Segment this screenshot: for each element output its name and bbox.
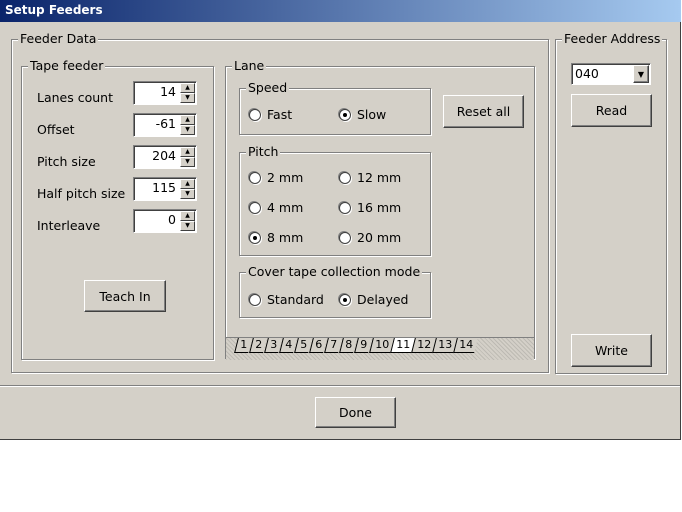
half-pitch-size-label: Half pitch size (37, 186, 126, 201)
radio-label: 4 mm (267, 200, 304, 215)
radio-circle-icon (249, 108, 261, 121)
feeder-address-group: Feeder Address (555, 31, 667, 374)
tab-label: 3 (270, 338, 278, 351)
interleave-label: Interleave (37, 218, 101, 233)
feeder-address-select[interactable]: 040 ▼ (571, 63, 651, 85)
spin-down-icon[interactable]: ▼ (180, 221, 195, 231)
setup-feeders-window: Setup Feeders Feeder Data Tape feeder La… (0, 0, 681, 440)
pitch-2mm-radio[interactable]: 2 mm (249, 170, 303, 185)
tab-label: 8 (345, 338, 353, 351)
pitch-16mm-radio[interactable]: 16 mm (339, 200, 401, 215)
radio-circle-icon (339, 108, 351, 121)
radio-circle-icon (339, 201, 351, 214)
spin-up-icon[interactable]: ▲ (180, 83, 195, 93)
radio-label: 8 mm (267, 230, 304, 245)
radio-circle-icon (249, 231, 261, 244)
tab-label: 4 (285, 338, 293, 351)
spin-up-icon[interactable]: ▲ (180, 147, 195, 157)
tab-label: 11 (396, 338, 411, 351)
tab-label: 9 (360, 338, 368, 351)
tape-feeder-title: Tape feeder (28, 58, 106, 73)
radio-circle-icon (339, 293, 351, 306)
feeder-address-title: Feeder Address (562, 31, 663, 46)
spin-down-icon[interactable]: ▼ (180, 157, 195, 167)
pitch-4mm-radio[interactable]: 4 mm (249, 200, 303, 215)
lanes-count-spinner[interactable]: ▲ ▼ (180, 83, 195, 103)
teach-in-button[interactable]: Teach In (84, 280, 166, 312)
feeder-address-value: 040 (575, 66, 599, 81)
tab-label: 13 (438, 338, 453, 351)
title-bar: Setup Feeders (0, 0, 681, 22)
done-button[interactable]: Done (315, 397, 396, 428)
reset-all-button[interactable]: Reset all (443, 95, 524, 128)
spin-up-icon[interactable]: ▲ (180, 179, 195, 189)
pitch-20mm-radio[interactable]: 20 mm (339, 230, 401, 245)
half-pitch-size-spinner[interactable]: ▲ ▼ (180, 179, 195, 199)
tab-label: 14 (459, 338, 474, 351)
speed-slow-radio[interactable]: Slow (339, 107, 386, 122)
pitch-size-label: Pitch size (37, 154, 96, 169)
feeder-data-title: Feeder Data (18, 31, 99, 46)
half-pitch-size-field[interactable]: 115 ▲ ▼ (133, 177, 197, 201)
chevron-down-icon[interactable]: ▼ (633, 65, 649, 83)
tab-lane-14[interactable]: 14 (453, 338, 478, 353)
lanes-count-field[interactable]: 14 ▲ ▼ (133, 81, 197, 105)
offset-value: -61 (155, 116, 176, 131)
interleave-field[interactable]: 0 ▲ ▼ (133, 209, 197, 233)
radio-label: Slow (357, 107, 387, 122)
write-button[interactable]: Write (571, 334, 652, 367)
radio-label: Standard (267, 292, 324, 307)
radio-label: 12 mm (357, 170, 402, 185)
offset-spinner[interactable]: ▲ ▼ (180, 115, 195, 135)
radio-label: 20 mm (357, 230, 402, 245)
tab-label: 10 (375, 338, 390, 351)
tab-label: 7 (330, 338, 338, 351)
radio-circle-icon (249, 293, 261, 306)
tab-label: 12 (417, 338, 432, 351)
spin-up-icon[interactable]: ▲ (180, 211, 195, 221)
offset-field[interactable]: -61 ▲ ▼ (133, 113, 197, 137)
pitch-size-spinner[interactable]: ▲ ▼ (180, 147, 195, 167)
pitch-size-value: 204 (152, 148, 176, 163)
footer-separator (0, 385, 680, 387)
speed-fast-radio[interactable]: Fast (249, 107, 292, 122)
radio-label: Delayed (357, 292, 409, 307)
radio-circle-icon (339, 231, 351, 244)
tab-label: 1 (240, 338, 248, 351)
read-button[interactable]: Read (571, 94, 652, 127)
lane-title: Lane (232, 58, 267, 73)
spin-up-icon[interactable]: ▲ (180, 115, 195, 125)
tab-label: 6 (315, 338, 323, 351)
half-pitch-size-value: 115 (152, 180, 176, 195)
lanes-count-value: 14 (160, 84, 176, 99)
spin-down-icon[interactable]: ▼ (180, 125, 195, 135)
radio-circle-icon (339, 171, 351, 184)
spin-down-icon[interactable]: ▼ (180, 93, 195, 103)
lanes-count-label: Lanes count (37, 90, 113, 105)
tab-label: 5 (300, 338, 308, 351)
pitch-12mm-radio[interactable]: 12 mm (339, 170, 401, 185)
radio-label: 16 mm (357, 200, 402, 215)
offset-label: Offset (37, 122, 75, 137)
radio-circle-icon (249, 201, 261, 214)
spin-down-icon[interactable]: ▼ (180, 189, 195, 199)
interleave-spinner[interactable]: ▲ ▼ (180, 211, 195, 231)
radio-label: Fast (267, 107, 293, 122)
pitch-8mm-radio[interactable]: 8 mm (249, 230, 303, 245)
radio-label: 2 mm (267, 170, 304, 185)
window-title: Setup Feeders (5, 3, 103, 17)
tab-label: 2 (255, 338, 263, 351)
cover-delayed-radio[interactable]: Delayed (339, 292, 408, 307)
lane-tab-strip: 1 2 3 4 5 6 7 8 9 10 11 12 13 14 (226, 337, 534, 360)
pitch-title: Pitch (246, 144, 281, 159)
cover-tape-title: Cover tape collection mode (246, 264, 423, 279)
radio-circle-icon (249, 171, 261, 184)
interleave-value: 0 (168, 212, 176, 227)
pitch-size-field[interactable]: 204 ▲ ▼ (133, 145, 197, 169)
cover-standard-radio[interactable]: Standard (249, 292, 324, 307)
speed-title: Speed (246, 80, 290, 95)
